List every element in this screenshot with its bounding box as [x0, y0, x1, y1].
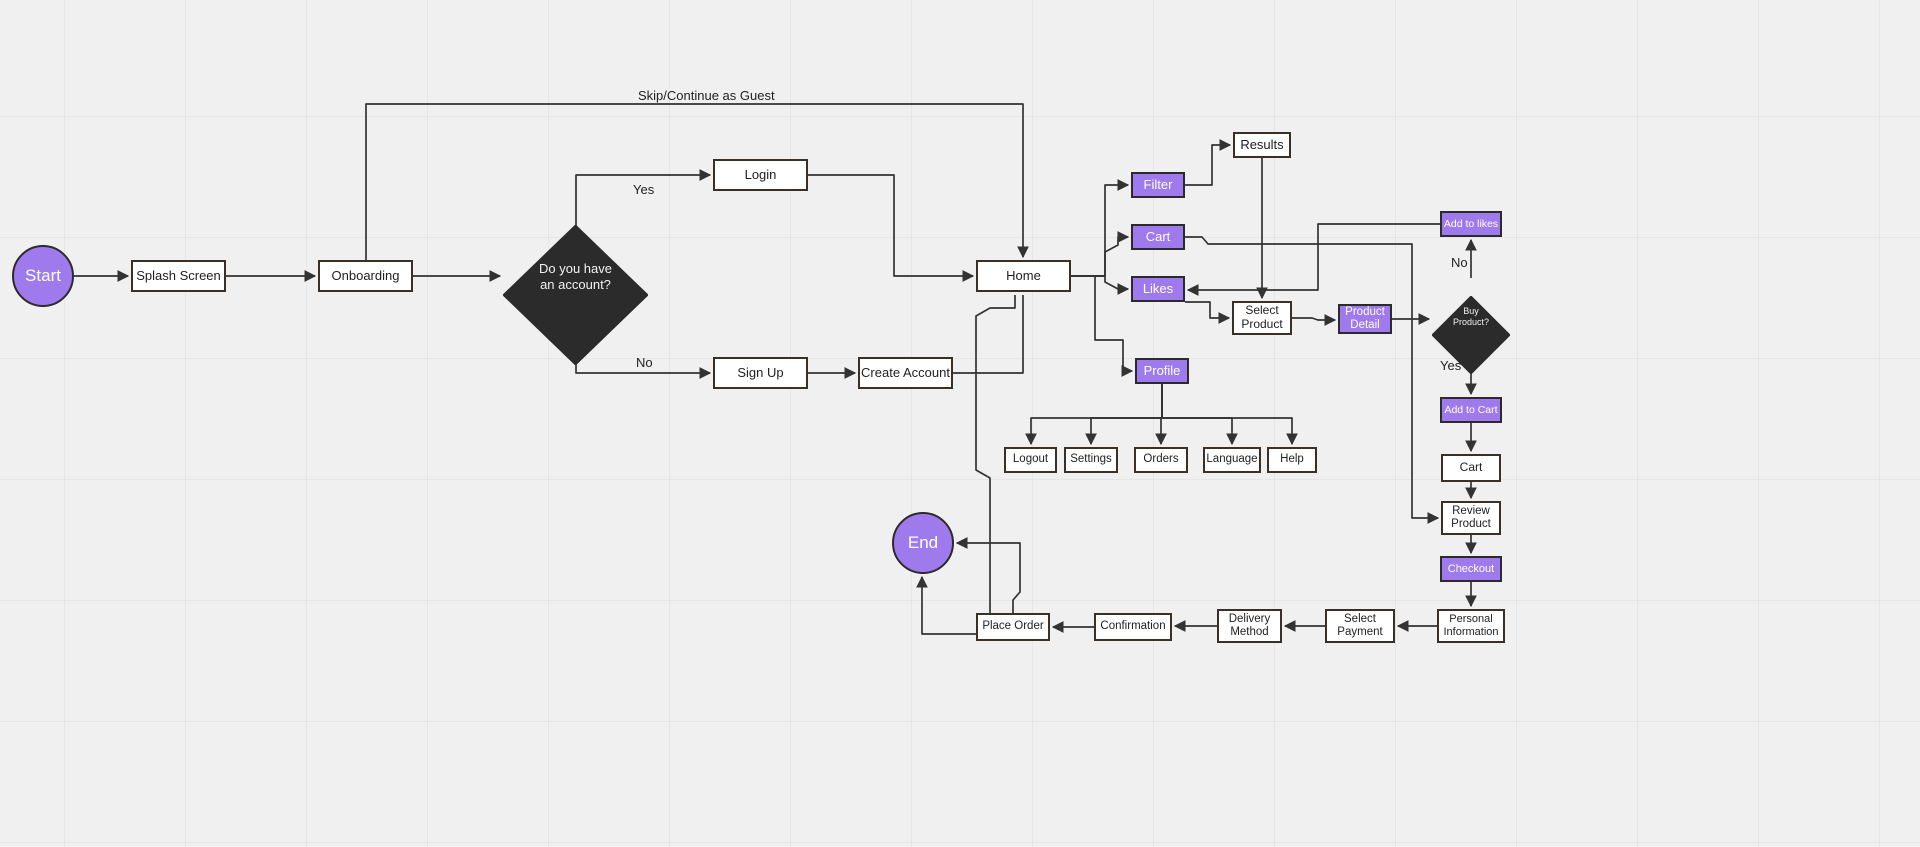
- node-settings[interactable]: Settings: [1064, 447, 1118, 473]
- node-add-to-likes[interactable]: Add to likes: [1440, 211, 1502, 237]
- node-logout[interactable]: Logout: [1004, 447, 1057, 473]
- node-results[interactable]: Results: [1233, 132, 1291, 158]
- edge-label-yes-have-account: Yes: [633, 182, 655, 197]
- node-label: Add to likes: [1443, 217, 1499, 230]
- node-cart-nav[interactable]: Cart: [1131, 224, 1185, 250]
- node-label: Do you have an account?: [539, 261, 612, 292]
- node-filter[interactable]: Filter: [1131, 172, 1185, 198]
- node-orders[interactable]: Orders: [1134, 447, 1188, 473]
- node-label: Buy Product?: [1452, 306, 1490, 327]
- node-label: Language: [1206, 453, 1258, 466]
- node-add-to-cart[interactable]: Add to Cart: [1440, 397, 1502, 423]
- node-label: Confirmation: [1100, 620, 1166, 633]
- node-label: Select Product: [1241, 303, 1283, 331]
- node-label: Cart: [1145, 228, 1171, 244]
- node-select-product[interactable]: Select Product: [1232, 301, 1292, 335]
- node-home[interactable]: Home: [976, 260, 1071, 292]
- node-create-account[interactable]: Create Account: [858, 357, 953, 389]
- node-checkout[interactable]: Checkout: [1440, 556, 1502, 582]
- node-login[interactable]: Login: [713, 159, 808, 191]
- node-review-product[interactable]: Review Product: [1441, 501, 1501, 535]
- edge-label-skip-continue-as-guest: Skip/Continue as Guest: [638, 88, 775, 103]
- edge-label-yes-buy-product: Yes: [1440, 358, 1462, 373]
- node-label: End: [907, 533, 939, 553]
- node-label: Select Payment: [1337, 612, 1383, 638]
- node-label: Start: [25, 266, 61, 286]
- node-label: Sign Up: [737, 364, 784, 380]
- edge-label-no-have-account: No: [636, 355, 653, 370]
- node-cart-page[interactable]: Cart: [1441, 454, 1501, 482]
- node-label: Place Order: [982, 620, 1044, 633]
- node-select-payment[interactable]: Select Payment: [1325, 609, 1395, 643]
- node-label: Personal Information: [1443, 613, 1499, 638]
- node-label: Add to Cart: [1444, 403, 1498, 416]
- node-place-order[interactable]: Place Order: [976, 613, 1050, 641]
- node-label: Login: [744, 166, 777, 182]
- node-product-detail[interactable]: Product Detail: [1338, 304, 1392, 334]
- node-label: Home: [1006, 267, 1041, 283]
- node-label: Checkout: [1447, 562, 1495, 575]
- node-sign-up[interactable]: Sign Up: [713, 357, 808, 389]
- edge-layer: [74, 103, 1477, 635]
- node-label: Likes: [1142, 280, 1174, 296]
- node-label: Help: [1280, 453, 1304, 466]
- node-label: Logout: [1012, 453, 1049, 466]
- node-onboarding[interactable]: Onboarding: [318, 260, 413, 292]
- node-decision-buy-product[interactable]: Buy Product?: [1432, 278, 1510, 375]
- node-label: Filter: [1143, 176, 1173, 192]
- node-help[interactable]: Help: [1267, 447, 1317, 473]
- node-label: Product Detail: [1345, 305, 1385, 331]
- node-personal-information[interactable]: Personal Information: [1437, 609, 1505, 643]
- node-label: Delivery Method: [1228, 612, 1271, 638]
- node-language[interactable]: Language: [1203, 447, 1261, 473]
- node-label: Create Account: [861, 364, 950, 380]
- node-start[interactable]: Start: [12, 245, 74, 307]
- node-label: Orders: [1143, 453, 1179, 466]
- node-label: Splash Screen: [136, 267, 221, 283]
- node-label: Results: [1240, 136, 1284, 152]
- node-delivery-method[interactable]: Delivery Method: [1217, 609, 1282, 643]
- node-end[interactable]: End: [892, 512, 954, 574]
- edge-label-no-buy-product: No: [1451, 255, 1468, 270]
- node-decision-have-account[interactable]: Do you have an account?: [503, 207, 648, 366]
- node-label: Cart: [1459, 460, 1483, 475]
- node-label: Review Product: [1451, 504, 1491, 530]
- node-likes[interactable]: Likes: [1131, 276, 1185, 302]
- node-label: Onboarding: [331, 267, 400, 283]
- flowchart-canvas[interactable]: Start Splash Screen Onboarding Do you ha…: [0, 0, 1920, 847]
- node-profile[interactable]: Profile: [1135, 358, 1189, 384]
- node-confirmation[interactable]: Confirmation: [1094, 613, 1172, 641]
- node-splash-screen[interactable]: Splash Screen: [131, 260, 226, 292]
- node-label: Profile: [1143, 362, 1181, 378]
- node-label: Settings: [1070, 453, 1112, 466]
